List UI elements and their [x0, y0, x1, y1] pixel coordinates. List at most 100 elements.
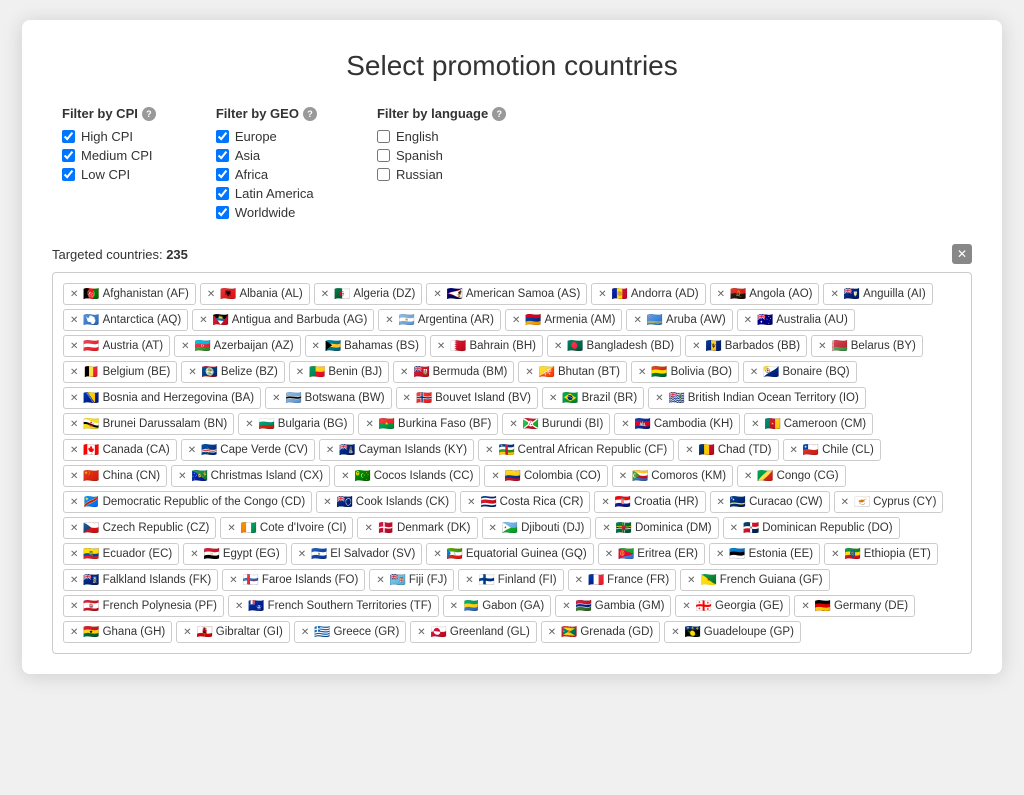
remove-country-icon[interactable]: ✕ [687, 575, 695, 586]
remove-country-icon[interactable]: ✕ [750, 367, 758, 378]
remove-country-icon[interactable]: ✕ [671, 627, 679, 638]
remove-country-icon[interactable]: ✕ [465, 575, 473, 586]
remove-country-icon[interactable]: ✕ [830, 289, 838, 300]
remove-country-icon[interactable]: ✕ [70, 575, 78, 586]
remove-country-icon[interactable]: ✕ [841, 497, 849, 508]
remove-country-icon[interactable]: ✕ [450, 601, 458, 612]
remove-country-icon[interactable]: ✕ [682, 601, 690, 612]
geo-europe-checkbox[interactable] [216, 130, 229, 143]
remove-country-icon[interactable]: ✕ [525, 367, 533, 378]
remove-country-icon[interactable]: ✕ [717, 497, 725, 508]
remove-country-icon[interactable]: ✕ [235, 601, 243, 612]
remove-country-icon[interactable]: ✕ [199, 315, 207, 326]
remove-country-icon[interactable]: ✕ [312, 341, 320, 352]
remove-country-icon[interactable]: ✕ [70, 471, 78, 482]
language-help-icon[interactable]: ? [492, 107, 506, 121]
remove-country-icon[interactable]: ✕ [272, 393, 280, 404]
close-button[interactable]: ✕ [952, 244, 972, 264]
remove-country-icon[interactable]: ✕ [751, 419, 759, 430]
remove-country-icon[interactable]: ✕ [437, 341, 445, 352]
remove-country-icon[interactable]: ✕ [70, 523, 78, 534]
remove-country-icon[interactable]: ✕ [744, 315, 752, 326]
remove-country-icon[interactable]: ✕ [190, 549, 198, 560]
remove-country-icon[interactable]: ✕ [621, 419, 629, 430]
remove-country-icon[interactable]: ✕ [638, 367, 646, 378]
remove-country-icon[interactable]: ✕ [70, 601, 78, 612]
remove-country-icon[interactable]: ✕ [323, 497, 331, 508]
remove-country-icon[interactable]: ✕ [601, 497, 609, 508]
remove-country-icon[interactable]: ✕ [70, 497, 78, 508]
remove-country-icon[interactable]: ✕ [562, 601, 570, 612]
remove-country-icon[interactable]: ✕ [70, 549, 78, 560]
lang-spanish-checkbox[interactable] [377, 149, 390, 162]
remove-country-icon[interactable]: ✕ [801, 601, 809, 612]
lang-russian-checkbox[interactable] [377, 168, 390, 181]
remove-country-icon[interactable]: ✕ [818, 341, 826, 352]
remove-country-icon[interactable]: ✕ [831, 549, 839, 560]
remove-country-icon[interactable]: ✕ [433, 549, 441, 560]
remove-country-icon[interactable]: ✕ [790, 445, 798, 456]
cpi-help-icon[interactable]: ? [142, 107, 156, 121]
remove-country-icon[interactable]: ✕ [385, 315, 393, 326]
remove-country-icon[interactable]: ✕ [70, 393, 78, 404]
remove-country-icon[interactable]: ✕ [326, 445, 334, 456]
remove-country-icon[interactable]: ✕ [717, 289, 725, 300]
remove-country-icon[interactable]: ✕ [633, 315, 641, 326]
remove-country-icon[interactable]: ✕ [178, 471, 186, 482]
remove-country-icon[interactable]: ✕ [509, 419, 517, 430]
remove-country-icon[interactable]: ✕ [298, 549, 306, 560]
geo-asia-checkbox[interactable] [216, 149, 229, 162]
geo-worldwide-checkbox[interactable] [216, 206, 229, 219]
remove-country-icon[interactable]: ✕ [376, 575, 384, 586]
remove-country-icon[interactable]: ✕ [467, 497, 475, 508]
remove-country-icon[interactable]: ✕ [716, 549, 724, 560]
remove-country-icon[interactable]: ✕ [400, 367, 408, 378]
cpi-high-checkbox[interactable] [62, 130, 75, 143]
cpi-medium-checkbox[interactable] [62, 149, 75, 162]
remove-country-icon[interactable]: ✕ [227, 523, 235, 534]
remove-country-icon[interactable]: ✕ [491, 471, 499, 482]
remove-country-icon[interactable]: ✕ [433, 289, 441, 300]
lang-english-checkbox[interactable] [377, 130, 390, 143]
remove-country-icon[interactable]: ✕ [744, 471, 752, 482]
remove-country-icon[interactable]: ✕ [70, 445, 78, 456]
remove-country-icon[interactable]: ✕ [417, 627, 425, 638]
remove-country-icon[interactable]: ✕ [549, 393, 557, 404]
geo-africa-checkbox[interactable] [216, 168, 229, 181]
remove-country-icon[interactable]: ✕ [245, 419, 253, 430]
remove-country-icon[interactable]: ✕ [485, 445, 493, 456]
remove-country-icon[interactable]: ✕ [70, 289, 78, 300]
remove-country-icon[interactable]: ✕ [489, 523, 497, 534]
remove-country-icon[interactable]: ✕ [70, 341, 78, 352]
remove-country-icon[interactable]: ✕ [296, 367, 304, 378]
remove-country-icon[interactable]: ✕ [70, 419, 78, 430]
remove-country-icon[interactable]: ✕ [403, 393, 411, 404]
cpi-low-checkbox[interactable] [62, 168, 75, 181]
remove-country-icon[interactable]: ✕ [602, 523, 610, 534]
remove-country-icon[interactable]: ✕ [685, 445, 693, 456]
remove-country-icon[interactable]: ✕ [301, 627, 309, 638]
remove-country-icon[interactable]: ✕ [619, 471, 627, 482]
countries-box[interactable]: ✕🇦🇫Afghanistan (AF)✕🇦🇱Albania (AL)✕🇩🇿Alg… [52, 272, 972, 654]
geo-help-icon[interactable]: ? [303, 107, 317, 121]
remove-country-icon[interactable]: ✕ [598, 289, 606, 300]
remove-country-icon[interactable]: ✕ [207, 289, 215, 300]
remove-country-icon[interactable]: ✕ [512, 315, 520, 326]
remove-country-icon[interactable]: ✕ [70, 367, 78, 378]
remove-country-icon[interactable]: ✕ [188, 367, 196, 378]
remove-country-icon[interactable]: ✕ [605, 549, 613, 560]
remove-country-icon[interactable]: ✕ [321, 289, 329, 300]
remove-country-icon[interactable]: ✕ [188, 445, 196, 456]
remove-country-icon[interactable]: ✕ [229, 575, 237, 586]
remove-country-icon[interactable]: ✕ [554, 341, 562, 352]
remove-country-icon[interactable]: ✕ [575, 575, 583, 586]
remove-country-icon[interactable]: ✕ [692, 341, 700, 352]
remove-country-icon[interactable]: ✕ [70, 315, 78, 326]
remove-country-icon[interactable]: ✕ [364, 523, 372, 534]
remove-country-icon[interactable]: ✕ [730, 523, 738, 534]
remove-country-icon[interactable]: ✕ [181, 341, 189, 352]
remove-country-icon[interactable]: ✕ [70, 627, 78, 638]
geo-latam-checkbox[interactable] [216, 187, 229, 200]
remove-country-icon[interactable]: ✕ [548, 627, 556, 638]
remove-country-icon[interactable]: ✕ [655, 393, 663, 404]
